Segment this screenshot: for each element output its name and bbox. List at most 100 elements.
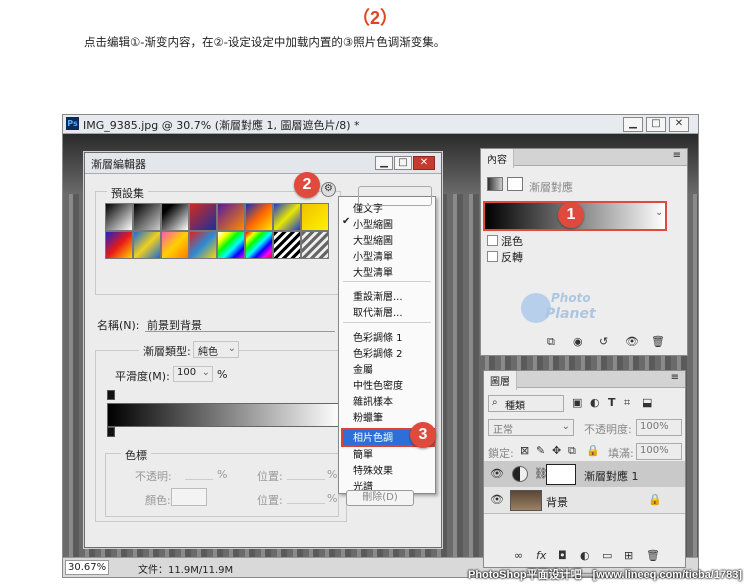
- layers-panel: 圖層 ≡ ⌕ 種類 ▣ ◐ T ⌗ ⬓ 正常 ⌄ 不透明度: 100% 鎖定: …: [483, 370, 686, 568]
- dialog-minimize-button[interactable]: ▁: [375, 156, 393, 170]
- color-stop-left[interactable]: [107, 427, 115, 437]
- layer-kind-filter[interactable]: ⌕ 種類: [488, 395, 564, 412]
- dialog-maximize-button[interactable]: □: [394, 156, 412, 170]
- photoshop-logo-icon: Ps: [66, 117, 79, 130]
- preset-swatch[interactable]: [161, 231, 189, 259]
- layer-name[interactable]: 漸層對應 1: [584, 468, 639, 484]
- preset-swatch[interactable]: [189, 231, 217, 259]
- link-layers-icon[interactable]: ∞: [514, 549, 523, 562]
- preset-swatch[interactable]: [273, 231, 301, 259]
- dialog-close-button[interactable]: ✕: [413, 156, 435, 170]
- tab-layers[interactable]: 圖層: [484, 371, 517, 390]
- menu-item-large-list[interactable]: 大型清單: [353, 264, 393, 279]
- filter-type-icon[interactable]: T: [608, 396, 616, 409]
- preset-swatch[interactable]: [217, 203, 245, 231]
- menu-item-small-thumbnail[interactable]: 小型縮圖: [353, 216, 393, 231]
- gradient-type-select[interactable]: 純色 ⌄: [193, 341, 239, 358]
- opacity-position-field[interactable]: [287, 466, 325, 480]
- fx-icon[interactable]: fx: [536, 549, 546, 562]
- lock-move-icon[interactable]: ✥: [552, 444, 561, 457]
- view-previous-icon[interactable]: ◉: [573, 335, 583, 348]
- zoom-field[interactable]: 30.67%: [65, 560, 109, 575]
- menu-item-small-list[interactable]: 小型清單: [353, 248, 393, 263]
- trash-icon[interactable]: 🗑: [646, 549, 660, 562]
- reset-icon[interactable]: ↺: [599, 335, 608, 348]
- trash-icon[interactable]: 🗑: [651, 335, 665, 348]
- tab-properties[interactable]: 內容: [481, 149, 514, 168]
- preset-swatch[interactable]: [133, 231, 161, 259]
- filter-smart-icon[interactable]: ⬓: [642, 396, 652, 409]
- delete-button[interactable]: 刪除(D): [346, 490, 414, 506]
- menu-item-noise-samples[interactable]: 雜訊樣本: [353, 393, 393, 408]
- blend-mode-select[interactable]: 正常 ⌄: [488, 419, 574, 436]
- properties-heading: 漸層對應: [529, 181, 573, 194]
- clip-to-layer-icon[interactable]: ⧉: [547, 335, 555, 349]
- visibility-eye-icon[interactable]: 👁: [625, 335, 639, 348]
- menu-item-neutral-density[interactable]: 中性色密度: [353, 377, 403, 392]
- panel-menu-icon[interactable]: ≡: [671, 372, 679, 383]
- layer-row[interactable]: 👁 背景 🔒: [484, 487, 685, 514]
- menu-item-color-harmonies-2[interactable]: 色彩調條 2: [353, 345, 403, 360]
- add-mask-icon[interactable]: ◘: [558, 549, 567, 562]
- close-button[interactable]: ✕: [669, 117, 689, 132]
- visibility-eye-icon[interactable]: 👁: [490, 467, 504, 480]
- preset-swatch[interactable]: [133, 203, 161, 231]
- dither-checkbox[interactable]: [487, 235, 498, 246]
- panel-menu-icon[interactable]: ≡: [673, 150, 681, 161]
- preset-swatch[interactable]: [245, 203, 273, 231]
- smoothness-field[interactable]: 100 ⌄: [173, 366, 213, 382]
- reverse-checkbox[interactable]: [487, 251, 498, 262]
- preset-swatch[interactable]: [245, 231, 273, 259]
- menu-item-simple[interactable]: 簡單: [353, 446, 373, 461]
- preset-swatch[interactable]: [161, 203, 189, 231]
- menu-item-photographic-toning[interactable]: 相片色調: [353, 429, 393, 444]
- layer-name[interactable]: 背景: [546, 494, 568, 510]
- color-swatch[interactable]: [171, 488, 207, 506]
- layer-mask-thumbnail[interactable]: [546, 464, 576, 485]
- filter-adjust-icon[interactable]: ◐: [590, 396, 600, 409]
- lock-transparent-icon[interactable]: ⊠: [520, 444, 529, 457]
- menu-item-replace-gradients[interactable]: 取代漸層...: [353, 304, 403, 319]
- lock-artboard-icon[interactable]: ⧉: [568, 444, 576, 458]
- visibility-eye-icon[interactable]: 👁: [490, 493, 504, 506]
- fill-field[interactable]: 100%: [636, 443, 682, 460]
- settings-gear-icon[interactable]: ⚙: [321, 182, 336, 197]
- maximize-button[interactable]: □: [646, 117, 666, 132]
- preset-swatch[interactable]: [105, 203, 133, 231]
- menu-item-large-thumbnail[interactable]: 大型縮圖: [353, 232, 393, 247]
- lock-all-icon[interactable]: 🔒: [586, 444, 600, 457]
- new-layer-icon[interactable]: ⊞: [624, 549, 633, 562]
- menu-item-metals[interactable]: 金屬: [353, 361, 373, 376]
- gradient-bar[interactable]: [107, 403, 341, 427]
- menu-item-pastels[interactable]: 粉蠟筆: [353, 409, 383, 424]
- chevron-down-icon[interactable]: ⌄: [655, 207, 663, 218]
- mask-icon[interactable]: [507, 177, 523, 191]
- lock-brush-icon[interactable]: ✎: [536, 444, 545, 457]
- preset-swatch[interactable]: [217, 231, 245, 259]
- preset-swatch[interactable]: [301, 231, 329, 259]
- opacity-label: 不透明:: [135, 470, 172, 483]
- menu-item-special-effects[interactable]: 特殊效果: [353, 462, 393, 477]
- preset-swatch[interactable]: [189, 203, 217, 231]
- opacity-label: 不透明度:: [584, 423, 632, 436]
- layer-row[interactable]: 👁 ⛓ 漸層對應 1: [484, 461, 685, 488]
- ok-button[interactable]: [358, 186, 432, 206]
- filter-pixel-icon[interactable]: ▣: [572, 396, 582, 409]
- opacity-field[interactable]: [185, 466, 213, 480]
- stops-label: 色標: [121, 447, 151, 463]
- color-position-unit: %: [327, 492, 338, 505]
- minimize-button[interactable]: ▁: [623, 117, 643, 132]
- opacity-field[interactable]: 100%: [636, 419, 682, 436]
- preset-swatch[interactable]: [105, 231, 133, 259]
- new-group-icon[interactable]: ▭: [602, 549, 612, 562]
- opacity-stop-left[interactable]: [107, 390, 115, 400]
- menu-item-reset-gradients[interactable]: 重設漸層...: [353, 288, 403, 303]
- filter-shape-icon[interactable]: ⌗: [624, 396, 630, 410]
- color-position-field[interactable]: [287, 490, 325, 504]
- preset-swatch[interactable]: [301, 203, 329, 231]
- preset-swatch[interactable]: [273, 203, 301, 231]
- menu-item-color-harmonies-1[interactable]: 色彩調條 1: [353, 329, 403, 344]
- new-adjustment-icon[interactable]: ◐: [580, 549, 590, 562]
- properties-footer: ⧉ ◉ ↺ 👁 🗑: [547, 335, 683, 351]
- step-description: 点击编辑①-渐变内容，在②-设定设定中加载内置的③照片色调渐变集。: [84, 35, 446, 49]
